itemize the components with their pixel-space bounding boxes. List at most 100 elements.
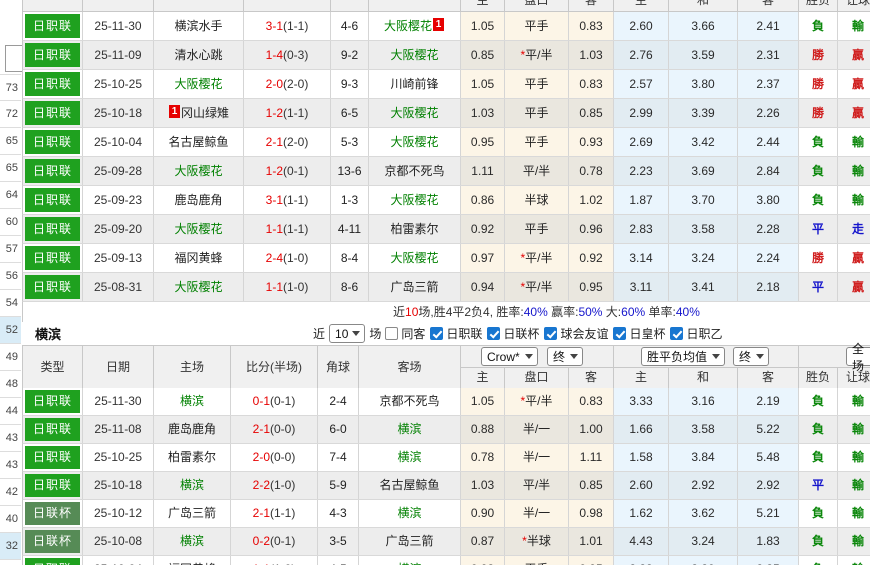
handicap-result-cell: 輸 — [838, 388, 870, 415]
match-score: 0-2(0-1) — [231, 528, 318, 555]
eu-draw-odds: 3.58 — [669, 416, 738, 443]
away-team[interactable]: 横滨 — [359, 556, 461, 565]
summary-text-part: 场,胜4平2负4, 胜率: — [418, 305, 524, 319]
dropdown-select-2[interactable]: 胜平负均值 — [641, 347, 725, 366]
home-team[interactable]: 广岛三箭 — [154, 500, 231, 527]
away-team[interactable]: 广岛三箭 — [369, 273, 461, 301]
away-team[interactable]: 大阪樱花 — [369, 41, 461, 69]
halftime-score: (0-3) — [283, 48, 309, 62]
away-team[interactable]: 大阪樱花 — [369, 99, 461, 127]
away-team[interactable]: 大阪樱花 — [369, 244, 461, 272]
dropdown-select-3[interactable]: 终 — [733, 347, 769, 366]
checkbox-日职联[interactable] — [430, 327, 444, 340]
column-header-1: 日期 — [83, 346, 154, 388]
match-score: 1-1(1-0) — [244, 273, 331, 301]
dropdown-select-4[interactable]: 全场 — [846, 342, 870, 373]
checkbox-球会友谊[interactable] — [544, 327, 558, 340]
ah-home-odds: 1.05 — [461, 70, 505, 98]
league-cell: 日职联 — [23, 273, 83, 301]
league-badge: 日职联 — [25, 159, 80, 183]
league-cell: 日职联 — [23, 128, 83, 156]
away-team[interactable]: 京都不死鸟 — [359, 388, 461, 415]
ah-home-odds: 1.03 — [461, 472, 505, 499]
halftime-score: (1-1) — [283, 106, 309, 120]
corner-count: 2-4 — [318, 388, 359, 415]
home-team[interactable]: 横滨 — [154, 388, 231, 415]
left-table-value: 43 — [0, 452, 21, 479]
home-team[interactable]: 横滨水手 — [154, 12, 244, 40]
dropdown-select-0[interactable]: Crow* — [481, 347, 538, 366]
left-table-value: 65 — [0, 128, 21, 155]
eu-draw-odds: 3.24 — [669, 244, 738, 272]
eu-away-odds: 2.84 — [738, 157, 799, 185]
away-team[interactable]: 广岛三箭 — [359, 528, 461, 555]
league-badge: 日职联 — [25, 418, 80, 441]
home-team[interactable]: 鹿岛鹿角 — [154, 186, 244, 214]
home-team[interactable]: 横滨 — [154, 528, 231, 555]
home-team[interactable]: 福冈黄蜂 — [154, 556, 231, 565]
away-team[interactable]: 横滨 — [359, 500, 461, 527]
away-team[interactable]: 京都不死鸟 — [369, 157, 461, 185]
away-team[interactable]: 横滨 — [359, 416, 461, 443]
home-team[interactable]: 鹿岛鹿角 — [154, 416, 231, 443]
chevron-down-icon — [525, 354, 533, 359]
summary-text-part: 60% — [621, 305, 646, 319]
halftime-score: (1-1) — [283, 193, 309, 207]
eu-home-odds: 4.43 — [614, 528, 669, 555]
table-row: 日职联 25-10-25 大阪樱花 2-0(2-0) 9-3 川崎前锋 1.05 平手 0.83… — [22, 70, 870, 99]
away-team[interactable]: 横滨 — [359, 444, 461, 471]
away-team[interactable]: 大阪樱花 — [369, 128, 461, 156]
home-team[interactable]: 名古屋鲸鱼 — [154, 128, 244, 156]
result-cell: 負 — [799, 128, 838, 156]
home-team[interactable]: 1 冈山绿雉 — [154, 99, 244, 127]
ah-line: 平手 — [505, 215, 569, 243]
ah-away-odds: 1.11 — [569, 444, 614, 471]
fulltime-score: 2-1 — [252, 506, 270, 520]
table-row: 日联杯 25-10-12 广岛三箭 2-1(1-1) 4-3 横滨 0.90 半/一 0.98 1… — [22, 500, 870, 528]
result-cell: 負 — [799, 157, 838, 185]
handicap-text: 平/半 — [522, 478, 551, 492]
ah-home-odds: 0.92 — [461, 215, 505, 243]
result-cell: 負 — [799, 186, 838, 214]
eu-away-odds: 2.35 — [738, 556, 799, 565]
eu-home-odds: 1.58 — [614, 444, 669, 471]
home-team[interactable]: 福冈黄蜂 — [154, 244, 244, 272]
team-name-text: 大阪樱花 — [174, 222, 223, 236]
team-name-text: 名古屋鲸鱼 — [168, 135, 229, 149]
league-badge: 日职联 — [25, 246, 80, 270]
home-team[interactable]: 柏雷素尔 — [154, 444, 231, 471]
recent-count-select[interactable]: 10 — [329, 324, 366, 343]
ah-away-odds: 0.96 — [569, 215, 614, 243]
odds-header-cell — [369, 0, 461, 11]
match-score: 2-1(2-0) — [244, 128, 331, 156]
away-team[interactable]: 名古屋鲸鱼 — [359, 472, 461, 499]
league-badge: 日职联 — [25, 474, 80, 497]
away-team[interactable]: 川崎前锋 — [369, 70, 461, 98]
team-name-text: 横滨水手 — [174, 19, 223, 33]
away-team[interactable]: 大阪樱花 1 — [369, 12, 461, 40]
match-score: 1-2(0-1) — [244, 157, 331, 185]
dropdown-select-1[interactable]: 终 — [547, 347, 583, 366]
away-team[interactable]: 大阪樱花 — [369, 186, 461, 214]
checkbox-同客[interactable] — [385, 327, 399, 340]
eu-draw-odds: 3.69 — [669, 157, 738, 185]
home-team[interactable]: 大阪樱花 — [154, 273, 244, 301]
home-team[interactable]: 大阪樱花 — [154, 70, 244, 98]
away-team[interactable]: 柏雷素尔 — [369, 215, 461, 243]
handicap-result-cell: 輸 — [838, 416, 870, 443]
match-date: 25-10-25 — [83, 444, 154, 471]
home-team[interactable]: 大阪樱花 — [154, 157, 244, 185]
halftime-score: (1-0) — [283, 280, 309, 294]
eu-home-odds: 2.60 — [614, 12, 669, 40]
summary-text-part: 赢率: — [547, 305, 579, 319]
home-team[interactable]: 横滨 — [154, 472, 231, 499]
odds-header-cell: 胜负 — [799, 368, 838, 388]
checkbox-日联杯[interactable] — [487, 327, 501, 340]
match-score: 2-0(2-0) — [244, 70, 331, 98]
home-team[interactable]: 清水心跳 — [154, 41, 244, 69]
checkbox-日职乙[interactable] — [670, 327, 684, 340]
home-team[interactable]: 大阪樱花 — [154, 215, 244, 243]
checkbox-日皇杯[interactable] — [613, 327, 627, 340]
recent-count-value: 10 — [335, 326, 349, 341]
fulltime-score: 2-1 — [265, 135, 283, 149]
